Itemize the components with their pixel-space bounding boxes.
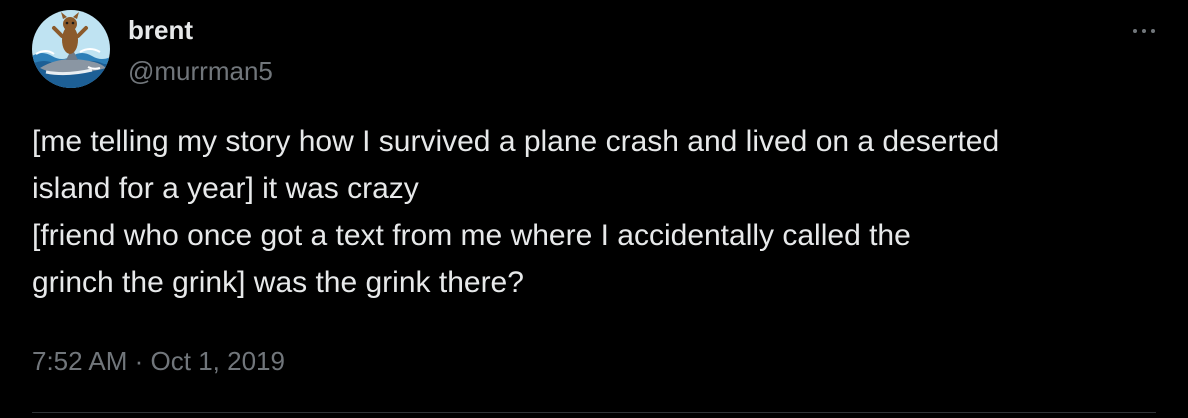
more-horizontal-icon-dot xyxy=(1151,29,1155,33)
timestamp-separator: · xyxy=(134,346,144,376)
tweet-text: [me telling my story how I survived a pl… xyxy=(32,118,1172,306)
tweet-text-line: island for a year] it was crazy xyxy=(32,172,419,205)
more-options-button[interactable] xyxy=(1122,16,1166,46)
more-horizontal-icon xyxy=(1133,29,1137,33)
tweet-card: brent @murrman5 [me telling my story how… xyxy=(0,0,1188,418)
tweet-text-line: [friend who once got a text from me wher… xyxy=(32,219,911,252)
timestamp-time[interactable]: 7:52 AM xyxy=(32,346,127,376)
avatar[interactable] xyxy=(32,10,110,88)
divider xyxy=(32,412,1156,413)
timestamp-date[interactable]: Oct 1, 2019 xyxy=(151,346,285,376)
avatar-icon xyxy=(32,10,110,88)
tweet-text-line: [me telling my story how I survived a pl… xyxy=(32,125,1000,158)
more-horizontal-icon-dot xyxy=(1142,29,1146,33)
author-handle[interactable]: @murrman5 xyxy=(128,55,273,87)
author-name[interactable]: brent xyxy=(128,14,193,46)
tweet-text-line: grinch the grink] was the grink there? xyxy=(32,266,524,299)
tweet-timestamp: 7:52 AM · Oct 1, 2019 xyxy=(32,344,285,378)
